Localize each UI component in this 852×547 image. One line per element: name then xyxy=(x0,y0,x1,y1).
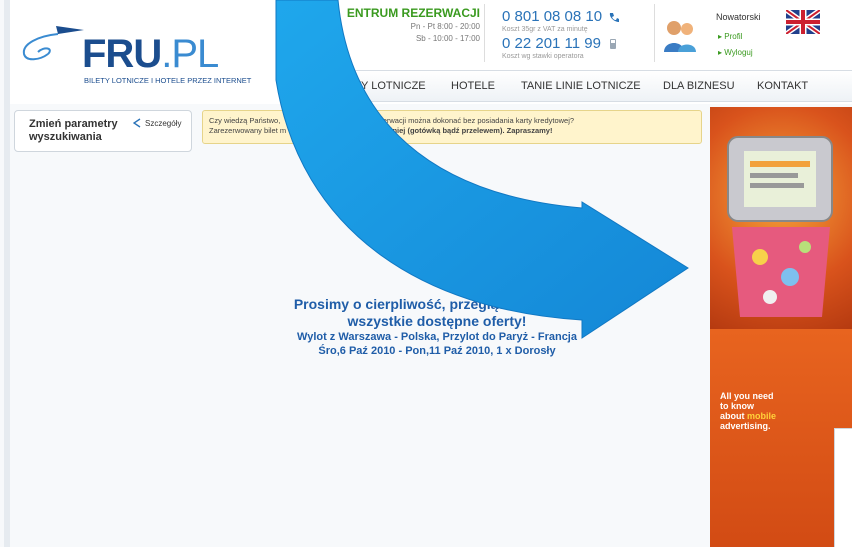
phone-note-1: Koszt 35gr z VAT za minutę xyxy=(502,26,588,33)
params-label: Zmień parametry wyszukiwania xyxy=(29,118,118,143)
main-nav: ETY LOTNICZE HOTELE TANIE LINIE LOTNICZE… xyxy=(280,70,852,102)
landline-icon xyxy=(609,38,616,49)
nav-item-contact[interactable]: KONTAKT xyxy=(757,80,808,92)
uk-flag-icon[interactable] xyxy=(786,10,820,34)
phone-box: 0 801 08 08 10 Koszt 35gr z VAT za minut… xyxy=(502,8,652,62)
ad-banner[interactable]: All you need to know about mobile advert… xyxy=(710,107,852,547)
nav-item-business[interactable]: DLA BIZNESU xyxy=(663,80,735,92)
user-box: Nowatorski ▸ Profil ▸ Wyloguj xyxy=(660,10,780,66)
status-line-2: wszystkie dostępne oferty! xyxy=(347,313,527,329)
details-link[interactable]: Szczegóły xyxy=(133,118,181,128)
page: FRU.PL BILETY LOTNICZE I HOTELE PRZEZ IN… xyxy=(0,0,852,547)
phone-ad-icon xyxy=(727,136,833,317)
header: FRU.PL BILETY LOTNICZE I HOTELE PRZEZ IN… xyxy=(10,0,852,104)
phone-number-1[interactable]: 0 801 08 08 10 xyxy=(502,8,652,25)
logo-text: FRU.PL xyxy=(82,32,219,76)
user-name: Nowatorski xyxy=(716,12,761,22)
nav-item-low-cost[interactable]: TANIE LINIE LOTNICZE xyxy=(521,80,641,92)
profile-link[interactable]: ▸ Profil xyxy=(718,32,742,41)
date-summary: Śro,6 Paź 2010 - Pon,11 Paź 2010, 1 x Do… xyxy=(318,345,556,357)
chevron-left-icon xyxy=(133,118,141,128)
logout-link[interactable]: ▸ Wyloguj xyxy=(718,48,753,57)
phone-note-2: Koszt wg stawki operatora xyxy=(502,53,584,60)
divider xyxy=(484,4,485,62)
partial-window-preview xyxy=(834,428,852,547)
ad-phone-image xyxy=(710,107,852,329)
change-search-params-button[interactable]: Zmień parametry wyszukiwania Szczegóły xyxy=(14,110,192,152)
info-notice: Czy wiedzą Państwo, rezerwacji można doko… xyxy=(202,110,702,144)
loading-globe-icon xyxy=(429,192,474,228)
ad-text-panel: All you need to know about mobile advert… xyxy=(710,329,852,547)
phone-icon xyxy=(609,12,620,22)
logo-tagline: BILETY LOTNICZE I HOTELE PRZEZ INTERNET xyxy=(84,76,252,85)
reservation-center: ENTRUM REZERWACJI Pn - Pt 8:00 - 20:00 S… xyxy=(340,6,480,44)
ad-text: All you need to know about mobile advert… xyxy=(720,391,777,431)
hours-weekday: Pn - Pt 8:00 - 20:00 xyxy=(410,22,480,31)
users-avatar-icon xyxy=(664,21,696,52)
status-line-1: Prosimy o cierpliwość, przeglądamy dla P… xyxy=(293,296,581,312)
phone-number-2[interactable]: 0 22 201 11 99 xyxy=(502,35,652,52)
route-summary: Wylot z Warszawa - Polska, Przylot do Pa… xyxy=(297,331,577,343)
divider xyxy=(654,4,655,62)
plane-logo-icon xyxy=(22,26,84,61)
nav-item-hotels[interactable]: HOTELE xyxy=(451,80,495,92)
hours-saturday: Sb - 10:00 - 17:00 xyxy=(415,34,480,43)
nav-item-flights[interactable]: ETY LOTNICZE xyxy=(347,80,426,92)
logo[interactable]: FRU.PL BILETY LOTNICZE I HOTELE PRZEZ IN… xyxy=(18,20,268,90)
search-status: Prosimy o cierpliwość, przeglądamy dla P… xyxy=(232,296,642,357)
reservation-center-title: ENTRUM REZERWACJI xyxy=(346,6,480,20)
